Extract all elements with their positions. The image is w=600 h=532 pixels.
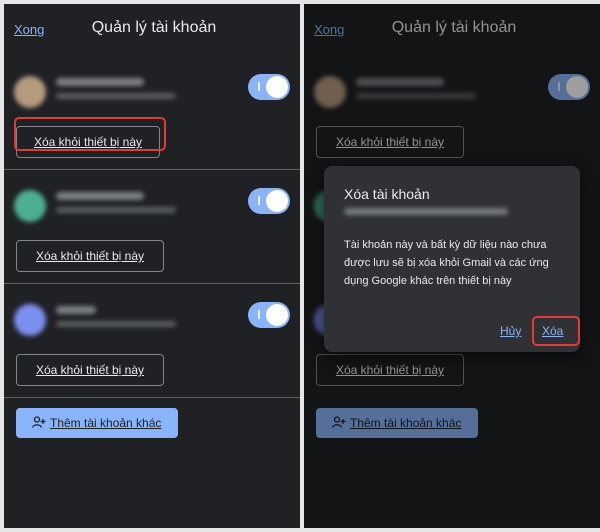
dialog-message: Tài khoản này và bất kỳ dữ liệu nào chưa…: [344, 239, 549, 287]
remove-from-device-button[interactable]: Xóa khỏi thiết bị này: [16, 240, 164, 272]
highlight-box: [532, 316, 580, 346]
add-account-button[interactable]: Thêm tài khoản khác: [16, 408, 178, 438]
avatar: [14, 304, 46, 336]
sync-toggle[interactable]: [248, 302, 290, 328]
dialog-title: Xóa tài khoản: [344, 186, 430, 202]
avatar: [14, 76, 46, 108]
page-title: Quản lý tài khoản: [91, 19, 217, 36]
account-row: Xóa khỏi thiết bị này: [4, 56, 300, 170]
dialog-email-blurred: [344, 208, 508, 215]
delete-account-dialog: Xóa tài khoản Tài khoản này và bất kỳ dữ…: [324, 166, 580, 352]
add-account-label: Thêm tài khoản khác: [50, 416, 162, 430]
avatar: [14, 190, 46, 222]
account-manager-screen: Xong Quản lý tài khoản Xóa khỏi thiết bị…: [4, 4, 300, 528]
account-row: Xóa khỏi thiết bị này: [4, 284, 300, 398]
account-manager-screen-dialog: Xong Quản lý tài khoản Xóa khỏi thiết bị…: [304, 4, 600, 528]
cancel-button[interactable]: Hủy: [500, 324, 521, 338]
account-email-blurred: [56, 207, 176, 213]
account-email-blurred: [56, 321, 176, 327]
account-name-blurred: [56, 192, 144, 200]
remove-from-device-button[interactable]: Xóa khỏi thiết bị này: [16, 354, 164, 386]
account-email-blurred: [56, 93, 176, 99]
top-bar: Xong Quản lý tài khoản: [4, 4, 300, 56]
highlight-box: [14, 117, 166, 151]
account-name-blurred: [56, 78, 144, 86]
add-person-icon: [32, 416, 46, 428]
account-row: Xóa khỏi thiết bị này: [4, 170, 300, 284]
sync-toggle[interactable]: [248, 74, 290, 100]
account-name-blurred: [56, 306, 96, 314]
sync-toggle[interactable]: [248, 188, 290, 214]
